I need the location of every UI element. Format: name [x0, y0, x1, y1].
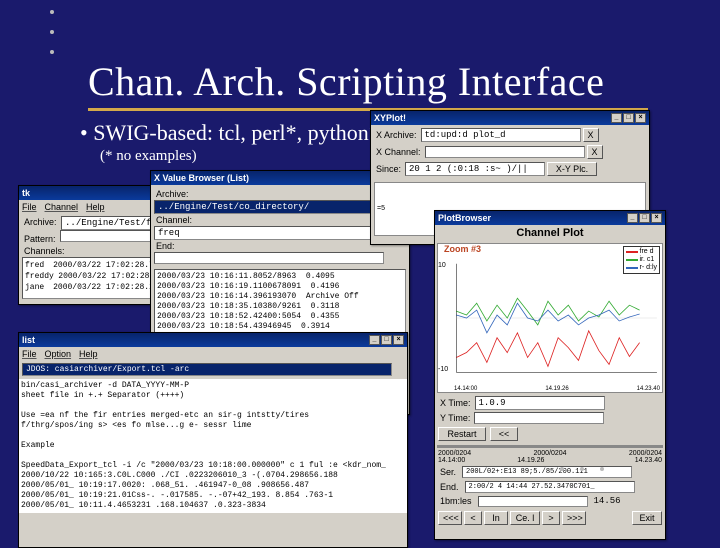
title-xy: XYPlot!: [374, 113, 406, 123]
end-field[interactable]: [154, 252, 384, 264]
titlebar-list[interactable]: list _ □ ×: [19, 333, 407, 347]
bullet-line-1: • SWIG-based: tcl, perl*, python*: [80, 120, 380, 146]
min-button[interactable]: _: [627, 213, 638, 223]
nav-prev-button[interactable]: <: [464, 511, 482, 525]
channels-label: Channels:: [24, 246, 65, 256]
archive-label: Archive:: [156, 189, 189, 199]
title-tk: tk: [22, 188, 30, 198]
restart-button[interactable]: Restart: [438, 427, 486, 441]
xarchive-label: X Archive:: [376, 130, 417, 140]
ytick: =5: [377, 205, 385, 212]
channel-field[interactable]: freq: [154, 226, 384, 240]
nav-first-button[interactable]: <<<: [438, 511, 462, 525]
max-button[interactable]: □: [639, 213, 650, 223]
title-list: list: [22, 335, 35, 345]
titlebar-xy[interactable]: XYPlot! _ □ ×: [371, 111, 649, 125]
xtick: 14.23.40: [637, 386, 660, 392]
window-plotbrowser: PlotBrowser _ □ × Channel Plot Zoom #3 f…: [434, 210, 666, 540]
ymax-tick: 10: [438, 262, 446, 269]
xyplot-button[interactable]: X-Y Plc.: [547, 162, 597, 176]
max-button[interactable]: □: [381, 335, 392, 345]
end-field[interactable]: 2:00/2 4 14:44 27.52.3470C701_: [465, 481, 635, 493]
nav-last-button[interactable]: >>>: [562, 511, 586, 525]
example-row: 2000/05/01_ 10:19:17.0020: .068_51. .461…: [21, 481, 405, 491]
ser-label: Ser.: [440, 467, 456, 477]
close-button[interactable]: ×: [651, 213, 662, 223]
xtick: 14.14:00: [454, 386, 477, 392]
archive-label: Archive:: [24, 217, 57, 227]
xtime-field[interactable]: 1.0.9: [475, 396, 605, 410]
table-row: 2000/03/23 10:16:11.8052/8963 0.4095: [157, 272, 403, 282]
channel-plot-canvas[interactable]: Zoom #3 fre d ir. c1 r- d:ly 10 -10 14.1…: [437, 243, 663, 393]
titlebar-pb[interactable]: PlotBrowser _ □ ×: [435, 211, 665, 225]
xarchive-field[interactable]: td:upd:d plot_d: [421, 128, 581, 142]
help-row: f/thrg/spos/ing s> <es fo mlse...g e- se…: [21, 421, 405, 431]
example-row: 2000/05/01_ 10:11.4.4653231 .168.104637 …: [21, 501, 405, 511]
archive-field[interactable]: ../Engine/Test/co_directory/: [154, 200, 384, 214]
back-button[interactable]: <<: [490, 427, 518, 441]
value-listbox[interactable]: 2000/03/23 10:16:11.8052/8963 0.4095 200…: [154, 269, 406, 337]
menu-help[interactable]: Help: [79, 349, 98, 359]
btm-field[interactable]: [478, 496, 588, 507]
ytime-label: Y Time:: [440, 413, 470, 423]
close-button[interactable]: ×: [393, 335, 404, 345]
menu-option[interactable]: Option: [45, 349, 72, 359]
example-row: SpeedData_Export_tcl -i /c "2000/03/23 1…: [21, 461, 405, 471]
table-row: 2000/03/23 10:18:54.43946945 0.3914: [157, 322, 403, 332]
xdate: 2000/0204: [629, 450, 662, 457]
ymin-tick: -10: [438, 366, 448, 373]
nav-next-button[interactable]: >: [542, 511, 560, 525]
nav-center-button[interactable]: Ce. l: [510, 511, 540, 525]
table-row: 2000/03/23 10:18:52.42400:5054 0.4355: [157, 312, 403, 322]
table-row: 2000/03/23 10:18:35.10380/9261 0.3118: [157, 302, 403, 312]
min-button[interactable]: _: [611, 113, 622, 123]
window-list: list _ □ × File Option Help JDOS: casiar…: [18, 332, 408, 548]
end-label: End:: [156, 241, 175, 251]
xtime-label: X Time:: [440, 398, 471, 408]
menu-file[interactable]: File: [22, 349, 37, 359]
ytime-field[interactable]: [474, 412, 604, 424]
table-row: 2000/03/23 10:16:14.396193070 Archive Of…: [157, 292, 403, 302]
btm-value: 14.56: [594, 496, 621, 506]
xchannel-button[interactable]: X: [587, 145, 603, 159]
menu-file[interactable]: File: [22, 202, 37, 212]
xchannel-label: X Channel:: [376, 147, 421, 157]
bullet-line-2: (* no examples): [100, 148, 197, 165]
list-body: bin/casi_archiver -d DATA_YYYY-MM-P shee…: [19, 379, 407, 513]
menubar-list: File Option Help: [19, 347, 407, 360]
help-row: Use =ea nf the fir entries merged-etc an…: [21, 411, 405, 421]
since-label: Since:: [376, 164, 401, 174]
btm-label: 1bm:les: [440, 496, 472, 506]
xdate: 2000/0204: [533, 450, 566, 457]
example-row: 2000/05/01_ 10:19:21.01Css-. -.017585. -…: [21, 491, 405, 501]
desc-row: bin/casi_archiver -d DATA_YYYY-MM-P: [21, 381, 405, 391]
xchannel-field[interactable]: [425, 146, 585, 158]
xarchive-button[interactable]: X: [583, 128, 599, 142]
exit-button[interactable]: Exit: [632, 511, 662, 525]
plot-title: Channel Plot: [435, 225, 665, 241]
channel-label: Channel:: [156, 215, 192, 225]
since-field[interactable]: 20 1 2 (:0:18 :s~ )/||: [405, 162, 545, 176]
pattern-label: Pattern:: [24, 234, 56, 244]
nav-in-button[interactable]: In: [484, 511, 508, 525]
menu-help[interactable]: Help: [86, 202, 105, 212]
slide-title: Chan. Arch. Scripting Interface: [88, 58, 604, 105]
close-button[interactable]: ×: [635, 113, 646, 123]
min-button[interactable]: _: [369, 335, 380, 345]
title-pb: PlotBrowser: [438, 213, 491, 223]
table-row: 2000/03/23 10:16:19.1100678091 0.4196: [157, 282, 403, 292]
example-label: Example: [21, 441, 405, 451]
end-label: End.: [440, 482, 459, 492]
title-vb: X Value Browser (List): [154, 173, 249, 183]
max-button[interactable]: □: [623, 113, 634, 123]
ser-field[interactable]: 200L/02+:E13 89;5./85/200.111: [462, 466, 632, 478]
menu-channel[interactable]: Channel: [45, 202, 79, 212]
desc-row: sheet file in +.+ Separator (++++): [21, 391, 405, 401]
command-field[interactable]: JDOS: casiarchiver/Export.tcl -arc: [22, 363, 392, 376]
xdate: 2000/0204: [438, 450, 471, 457]
example-row: 2000/10/22 10:165:3.C0L.C000 ./CI .02232…: [21, 471, 405, 481]
xtick: 14.19.26: [545, 386, 568, 392]
